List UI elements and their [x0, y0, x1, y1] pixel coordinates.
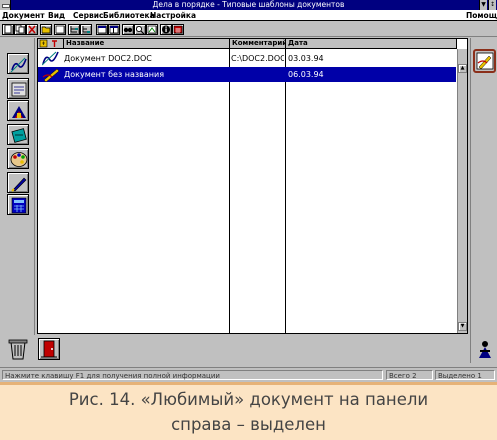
figure-caption: Рис. 14. «Любимый» документ на панели сп…: [0, 382, 497, 440]
magnifier-icon[interactable]: [134, 24, 146, 35]
window-2-icon[interactable]: [108, 24, 120, 35]
status-selected: Выделено 1: [435, 370, 495, 380]
document-comment: [231, 67, 284, 82]
menu-help[interactable]: Помощь: [466, 10, 497, 21]
column-divider: [285, 49, 286, 333]
favorite-document-icon[interactable]: [473, 49, 496, 73]
application-window: Дела в порядке - Типовые шаблоны докумен…: [0, 0, 497, 382]
stamp-icon[interactable]: [7, 124, 29, 145]
left-panel: [0, 38, 35, 363]
caption-line-2: справа – выделен: [171, 415, 326, 434]
document-comment: C:\DOC2.DOC: [231, 54, 284, 63]
minimize-button[interactable]: ▼: [479, 0, 487, 10]
menu-settings[interactable]: Настройка: [150, 10, 196, 21]
binoculars-icon[interactable]: [122, 24, 134, 35]
menu-view[interactable]: Вид: [48, 10, 65, 21]
document-date: 06.03.94: [288, 70, 324, 79]
document-name: Документ DOC2.DOC: [64, 54, 152, 63]
caption-line-1: Рис. 14. «Любимый» документ на панели: [68, 390, 429, 409]
new-doc-icon[interactable]: [2, 24, 14, 35]
exit-door-icon[interactable]: [38, 338, 60, 360]
column-divider: [229, 49, 230, 333]
status-hint: Нажмите клавишу F1 для получения полной …: [2, 370, 383, 380]
exit-person-icon[interactable]: [476, 340, 494, 364]
menu-service[interactable]: Сервис: [73, 10, 103, 21]
archive-doc-icon[interactable]: [7, 78, 29, 99]
writing-doc-icon[interactable]: [7, 53, 29, 74]
tree-view-2-icon[interactable]: [80, 24, 92, 35]
status-bar: Нажмите клавишу F1 для получения полной …: [0, 367, 497, 380]
bottom-panel: [0, 335, 470, 363]
pen-icon[interactable]: [7, 172, 29, 193]
document-date: 03.03.94: [288, 54, 324, 63]
toolbar: [0, 22, 497, 37]
column-header-name[interactable]: Название: [64, 39, 230, 49]
vertical-scrollbar[interactable]: ▲ ▼: [457, 49, 467, 333]
document-name: Документ без названия: [64, 70, 164, 79]
info-icon[interactable]: [160, 24, 172, 35]
tree-view-icon[interactable]: [68, 24, 80, 35]
right-panel: [470, 38, 497, 363]
column-header-date[interactable]: Дата: [286, 39, 457, 49]
menu-document[interactable]: Документ: [2, 10, 45, 21]
open-folder-icon[interactable]: [40, 24, 52, 35]
menu-library[interactable]: Библиотека: [103, 10, 155, 21]
menu-bar: Документ Вид Сервис Библиотека Настройка…: [0, 10, 497, 21]
window-title: Дела в порядке - Типовые шаблоны докумен…: [152, 0, 345, 9]
column-icons-header[interactable]: [38, 39, 64, 49]
document-list: Название Комментарий Дата Документ DOC2.…: [37, 38, 468, 334]
writing-doc-icon: [42, 51, 62, 66]
scroll-up-button[interactable]: ▲: [458, 64, 467, 73]
trash-icon[interactable]: [8, 338, 28, 364]
pen-signature-icon: [42, 67, 62, 82]
library-icon[interactable]: [7, 100, 29, 121]
delete-icon[interactable]: [26, 24, 38, 35]
copy-doc-icon[interactable]: [14, 24, 26, 35]
palette-icon[interactable]: [7, 148, 29, 169]
table-row-selected[interactable]: Документ без названия 06.03.94: [38, 67, 456, 82]
status-total: Всего 2: [386, 370, 433, 380]
calendar-icon[interactable]: [172, 24, 184, 35]
scroll-down-button[interactable]: ▼: [458, 322, 467, 331]
column-header-comment[interactable]: Комментарий: [230, 39, 286, 49]
image-edit-icon[interactable]: [146, 24, 158, 35]
restore-button[interactable]: ↕: [488, 0, 496, 10]
table-row[interactable]: Документ DOC2.DOC C:\DOC2.DOC 03.03.94: [38, 51, 456, 66]
calculator-icon[interactable]: [7, 194, 29, 215]
window-icon[interactable]: [96, 24, 108, 35]
list-view-icon[interactable]: [54, 24, 66, 35]
title-bar: Дела в порядке - Типовые шаблоны докумен…: [0, 0, 497, 10]
